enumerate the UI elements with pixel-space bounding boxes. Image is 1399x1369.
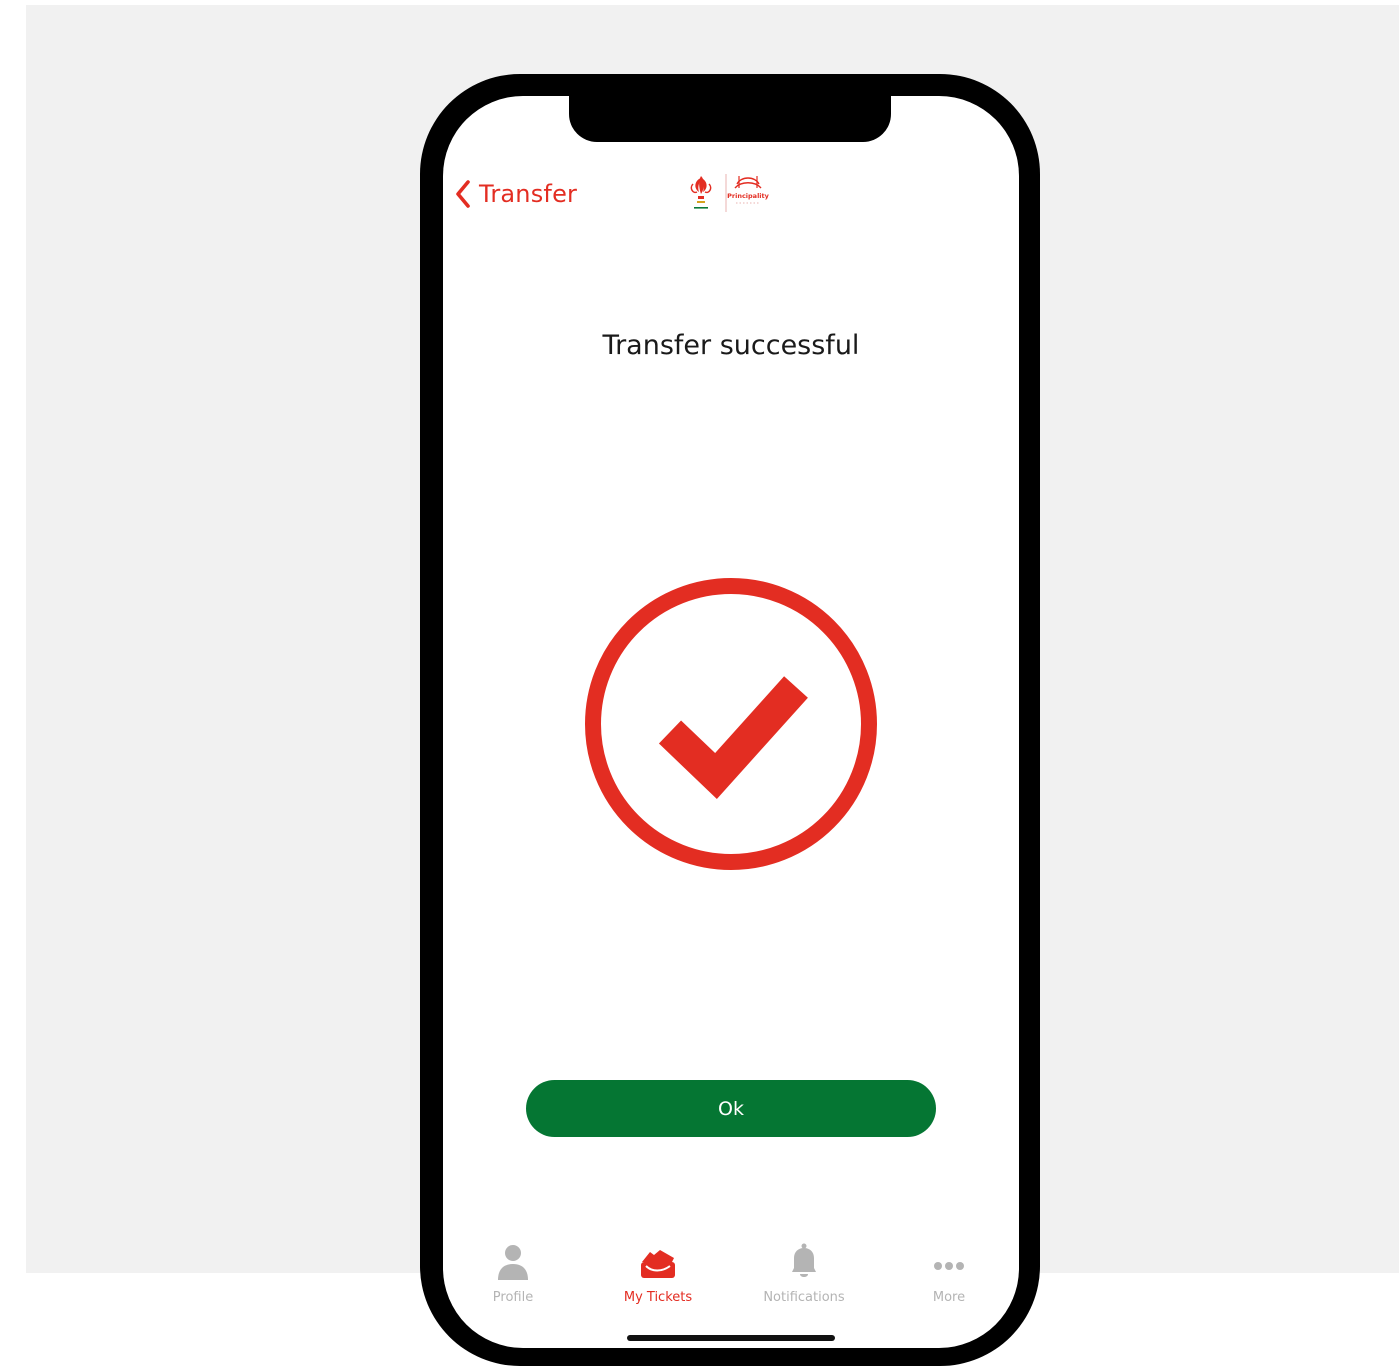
person-icon <box>498 1245 528 1280</box>
tab-label: Notifications <box>763 1290 845 1305</box>
stadium-mark: Principality <box>727 176 770 204</box>
tab-bar: Profile My Tickets Notifications More <box>443 1242 1019 1322</box>
feathers-emblem <box>690 176 712 209</box>
check-circle-icon <box>585 578 877 870</box>
tab-label: Profile <box>492 1290 534 1305</box>
wru-principality-stadium-logo: Principality <box>690 174 770 212</box>
tickets-icon <box>641 1250 675 1278</box>
back-button-label: Transfer <box>479 180 578 208</box>
home-indicator <box>627 1335 835 1341</box>
tab-more[interactable]: More <box>889 1242 1009 1312</box>
tab-my-tickets[interactable]: My Tickets <box>598 1242 718 1312</box>
bell-icon <box>792 1243 816 1277</box>
page-title: Transfer successful <box>602 330 860 361</box>
tab-label: My Tickets <box>623 1290 693 1305</box>
chevron-left-icon <box>456 180 470 208</box>
more-dots-icon <box>934 1262 964 1270</box>
tab-label: More <box>932 1290 966 1305</box>
phone-notch <box>569 96 891 142</box>
logo-text: Principality <box>727 192 770 200</box>
tab-profile[interactable]: Profile <box>453 1242 573 1312</box>
back-button[interactable]: Transfer <box>453 176 577 212</box>
app-screen: Transfer Principality Transfer successfu… <box>443 96 1019 1348</box>
ok-button[interactable]: Ok <box>526 1080 936 1137</box>
tab-notifications[interactable]: Notifications <box>744 1242 864 1312</box>
